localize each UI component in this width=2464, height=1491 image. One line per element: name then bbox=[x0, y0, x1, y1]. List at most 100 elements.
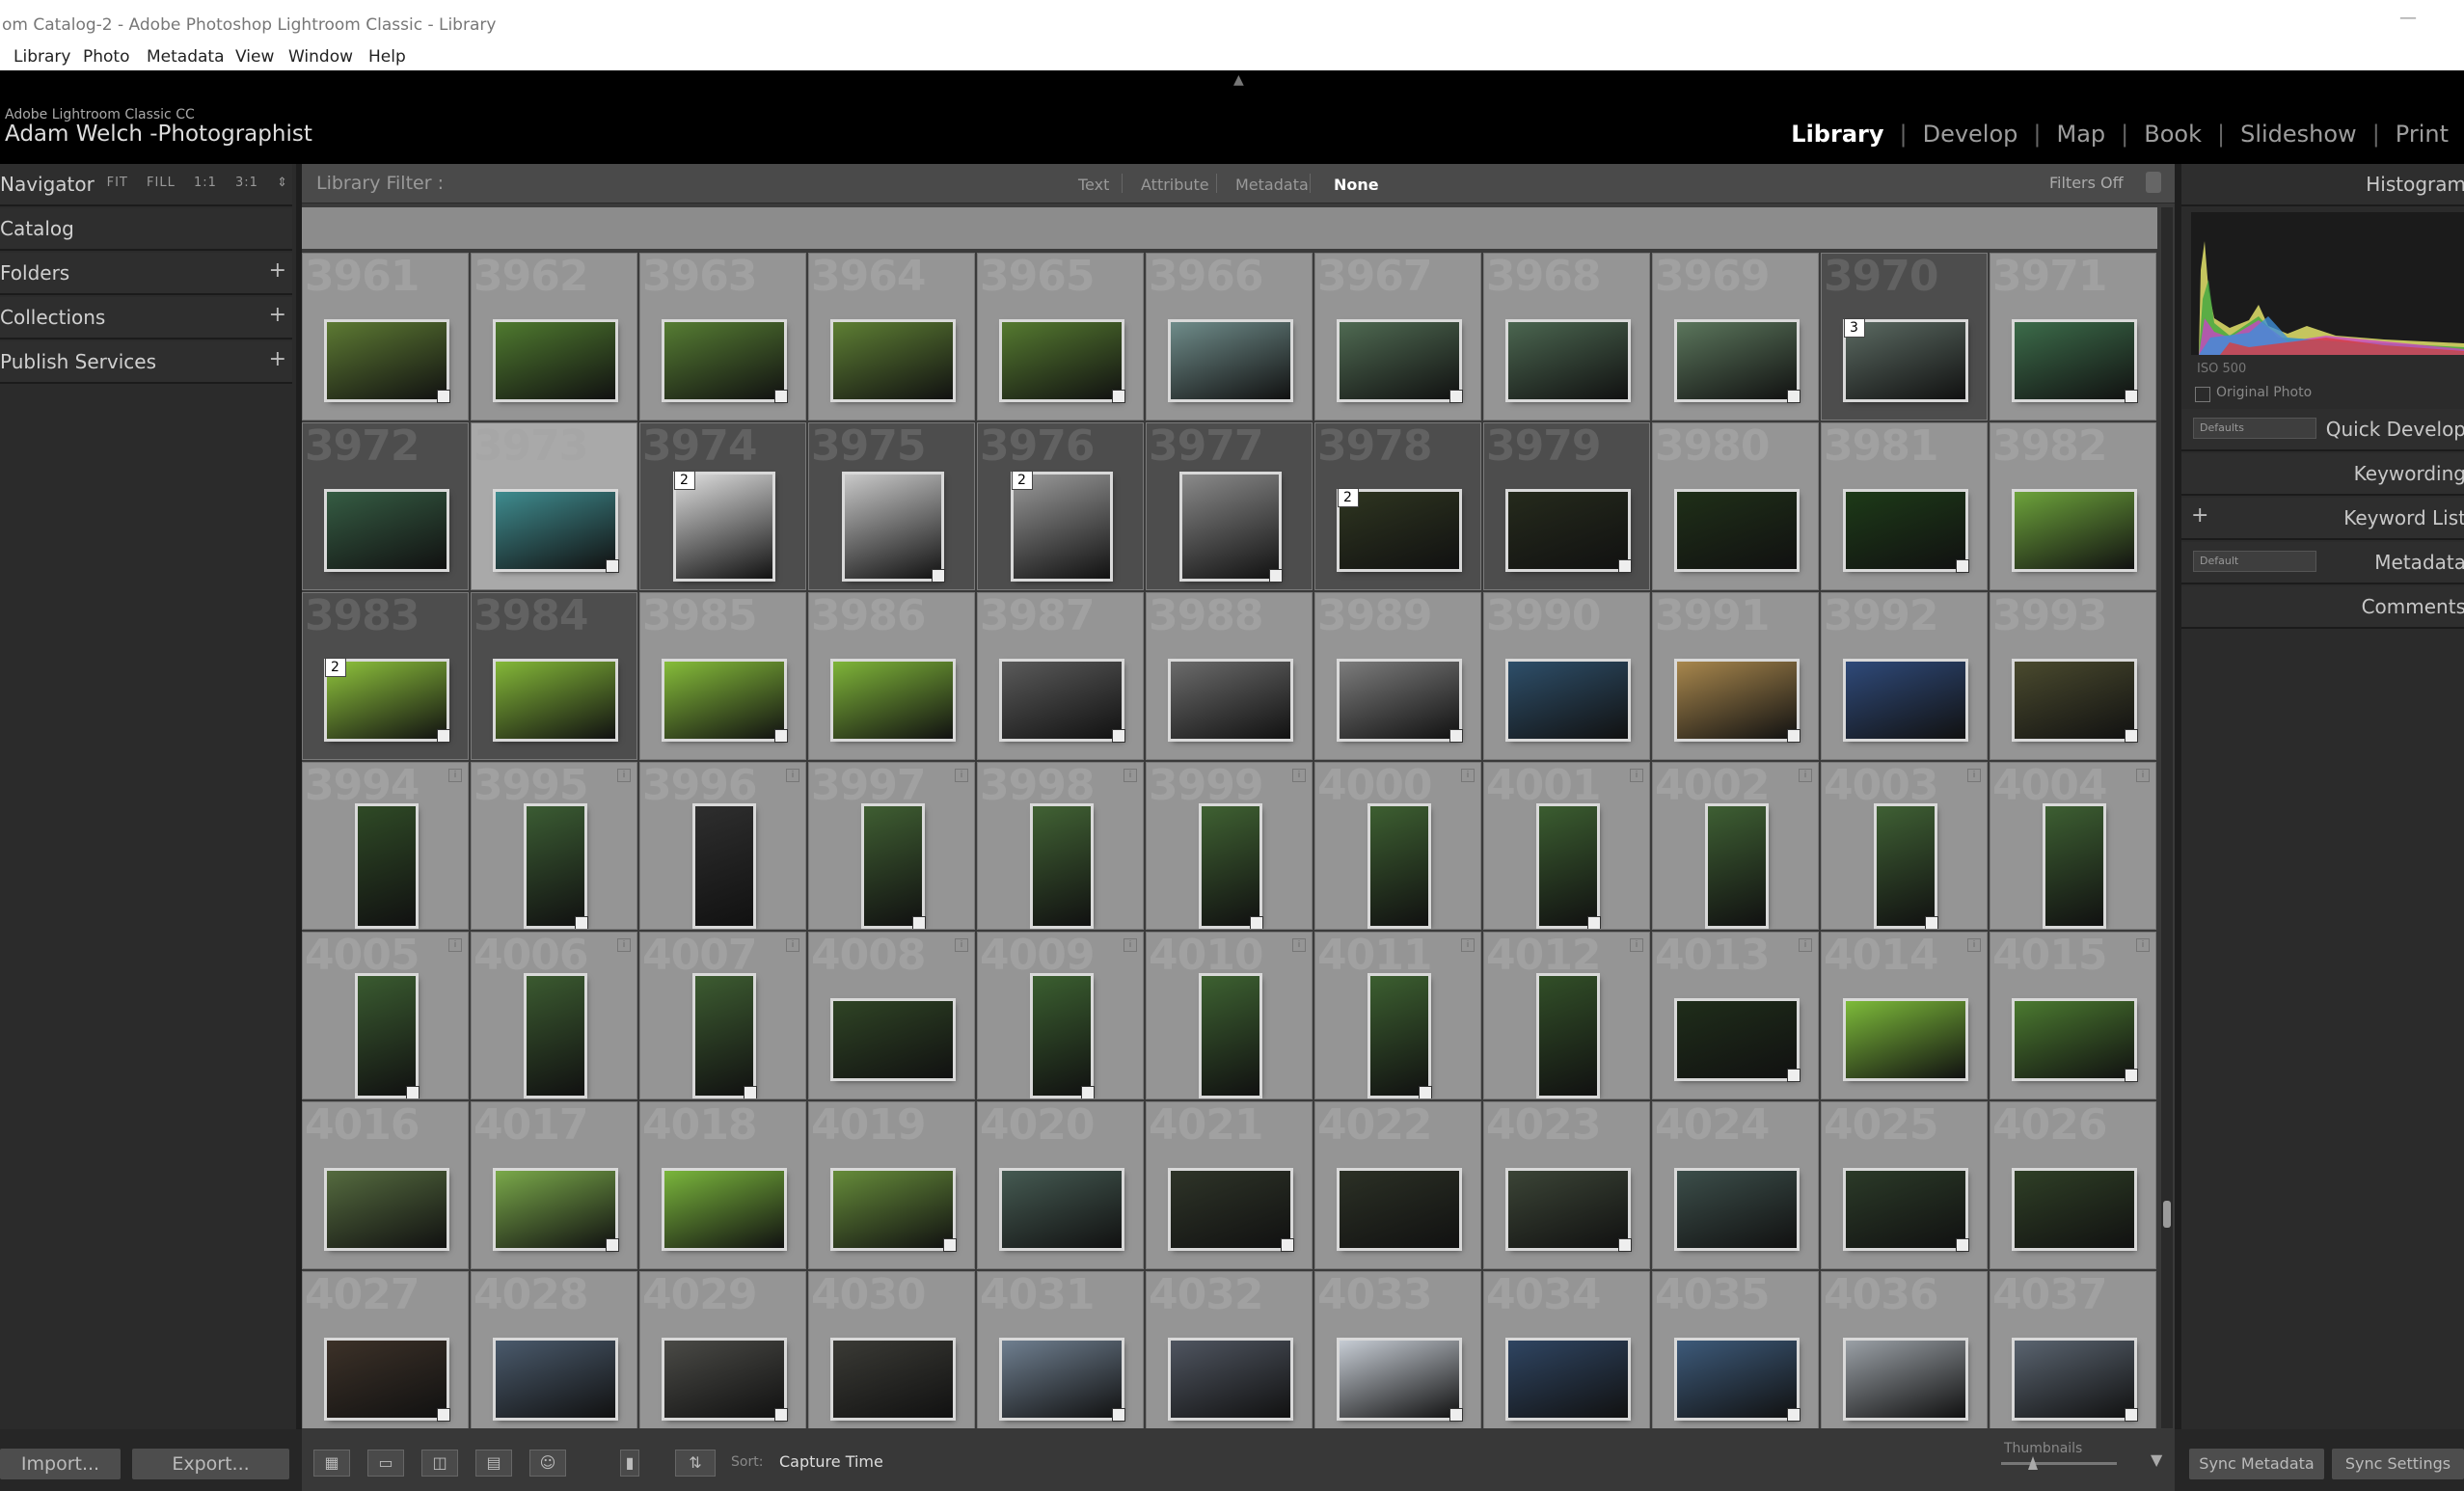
thumbnail-cell[interactable]: 3972 bbox=[302, 422, 469, 590]
thumbnail-cell[interactable]: 3973 bbox=[471, 422, 637, 590]
thumbnail-cell[interactable]: 3966 bbox=[1146, 253, 1313, 420]
grid-view-icon[interactable]: ▦ bbox=[313, 1450, 350, 1477]
thumbnail-cell[interactable]: 4035 bbox=[1652, 1271, 1819, 1428]
metadata-flag-icon[interactable]: i bbox=[617, 938, 631, 952]
loupe-view-icon[interactable]: ▭ bbox=[367, 1450, 404, 1477]
photo-thumbnail[interactable] bbox=[1001, 322, 1125, 403]
sort-direction-icon[interactable]: ⇅ bbox=[675, 1450, 716, 1477]
module-library[interactable]: Library bbox=[1775, 121, 1899, 148]
zoom-fill[interactable]: FILL bbox=[147, 176, 176, 190]
develop-adjustment-icon[interactable] bbox=[942, 1238, 957, 1252]
histogram-header[interactable]: Histogram bbox=[2181, 164, 2464, 206]
develop-adjustment-icon[interactable] bbox=[773, 1408, 788, 1422]
sort-dropdown[interactable]: Capture Time bbox=[779, 1452, 883, 1471]
photo-thumbnail[interactable] bbox=[2014, 1171, 2134, 1248]
thumbnail-cell[interactable]: 4007 i bbox=[639, 932, 806, 1099]
develop-adjustment-icon[interactable] bbox=[1268, 569, 1283, 583]
thumbnail-cell[interactable]: 3969 bbox=[1652, 253, 1819, 420]
metadata-flag-icon[interactable]: i bbox=[786, 769, 799, 782]
thumbnail-cell[interactable]: 3995 i bbox=[471, 762, 637, 930]
scrollbar-thumb[interactable] bbox=[2163, 1201, 2171, 1228]
thumbnail-cell[interactable]: 3974 2 bbox=[639, 422, 806, 590]
thumbnail-cell[interactable]: 3962 bbox=[471, 253, 637, 420]
develop-adjustment-icon[interactable] bbox=[1955, 559, 1969, 573]
filter-none[interactable]: None bbox=[1334, 176, 1379, 194]
thumbnail-cell[interactable]: 4010 i bbox=[1146, 932, 1313, 1099]
module-develop[interactable]: Develop bbox=[1908, 121, 2034, 148]
photo-thumbnail[interactable] bbox=[663, 1341, 788, 1422]
photo-thumbnail[interactable] bbox=[1201, 976, 1259, 1096]
keyword-list-header[interactable]: + Keyword List bbox=[2181, 498, 2464, 540]
thumbnail-cell[interactable]: 4025 bbox=[1821, 1101, 1988, 1269]
photo-thumbnail[interactable] bbox=[2014, 322, 2138, 403]
develop-adjustment-icon[interactable] bbox=[1449, 390, 1463, 403]
people-view-icon[interactable]: ☺ bbox=[529, 1450, 566, 1477]
thumbnail-cell[interactable]: 4011 i bbox=[1314, 932, 1481, 1099]
add-collection-icon[interactable]: + bbox=[269, 303, 286, 327]
develop-adjustment-icon[interactable] bbox=[1449, 1408, 1463, 1422]
photo-thumbnail[interactable] bbox=[1507, 1171, 1632, 1252]
thumbnail-cell[interactable]: 3999 i bbox=[1146, 762, 1313, 930]
thumbnail-cell[interactable]: 3970 3 bbox=[1821, 253, 1988, 420]
metadata-flag-icon[interactable]: i bbox=[1461, 769, 1475, 782]
photo-thumbnail[interactable] bbox=[1876, 806, 1938, 929]
photo-thumbnail[interactable] bbox=[844, 474, 945, 583]
thumbnail-cell[interactable]: 3968 bbox=[1483, 253, 1650, 420]
photo-thumbnail[interactable] bbox=[2014, 492, 2134, 569]
photo-thumbnail[interactable] bbox=[326, 1341, 450, 1422]
thumbnail-cell[interactable]: 4017 bbox=[471, 1101, 637, 1269]
photo-thumbnail[interactable] bbox=[2014, 662, 2138, 743]
photo-thumbnail[interactable]: 2 bbox=[324, 658, 450, 743]
develop-adjustment-icon[interactable] bbox=[436, 1408, 450, 1422]
photo-thumbnail[interactable] bbox=[326, 322, 450, 403]
photo-thumbnail[interactable] bbox=[1170, 1171, 1294, 1252]
photo-thumbnail[interactable] bbox=[863, 806, 926, 929]
develop-adjustment-icon[interactable] bbox=[2124, 1069, 2138, 1082]
thumbnail-cell[interactable]: 3963 bbox=[639, 253, 806, 420]
thumbnail-cell[interactable]: 3979 bbox=[1483, 422, 1650, 590]
photo-thumbnail[interactable] bbox=[1181, 474, 1283, 583]
thumbnail-cell[interactable]: 3982 bbox=[1990, 422, 2156, 590]
minimize-icon[interactable]: — bbox=[2399, 8, 2417, 28]
thumbnail-cell[interactable]: 3991 bbox=[1652, 592, 1819, 760]
develop-adjustment-icon[interactable] bbox=[743, 1086, 757, 1098]
photo-thumbnail[interactable] bbox=[832, 662, 953, 739]
photo-thumbnail[interactable] bbox=[1507, 492, 1632, 573]
develop-adjustment-icon[interactable] bbox=[1786, 1408, 1801, 1422]
photo-thumbnail[interactable]: 3 bbox=[1843, 318, 1965, 399]
thumbnail-cell[interactable]: 3980 bbox=[1652, 422, 1819, 590]
thumbnail-cell[interactable]: 4032 bbox=[1146, 1271, 1313, 1428]
thumbnail-cell[interactable]: 4018 bbox=[639, 1101, 806, 1269]
thumbnail-cell[interactable]: 3984 bbox=[471, 592, 637, 760]
photo-thumbnail[interactable] bbox=[1707, 806, 1766, 926]
thumbnail-cell[interactable]: 4024 bbox=[1652, 1101, 1819, 1269]
photo-thumbnail[interactable] bbox=[1201, 806, 1263, 929]
stack-count-badge[interactable]: 2 bbox=[673, 471, 695, 490]
compare-view-icon[interactable]: ◫ bbox=[421, 1450, 458, 1477]
thumbnail-cell[interactable]: 4012 i bbox=[1483, 932, 1650, 1099]
metadata-flag-icon[interactable]: i bbox=[448, 769, 462, 782]
photo-thumbnail[interactable] bbox=[2014, 1001, 2138, 1082]
menu-view[interactable]: View bbox=[235, 47, 274, 67]
photo-thumbnail[interactable] bbox=[1676, 1171, 1797, 1248]
photo-thumbnail[interactable] bbox=[832, 1341, 953, 1418]
thumbnail-cell[interactable]: 4001 i bbox=[1483, 762, 1650, 930]
add-folder-icon[interactable]: + bbox=[269, 258, 286, 283]
import-button[interactable]: Import... bbox=[0, 1449, 121, 1479]
photo-thumbnail[interactable] bbox=[1507, 1341, 1628, 1418]
stack-count-badge[interactable]: 2 bbox=[1011, 471, 1033, 490]
photo-thumbnail[interactable] bbox=[526, 806, 588, 929]
toolbar-menu-chevron-icon[interactable]: ▼ bbox=[2151, 1450, 2162, 1469]
navigator-header[interactable]: Navigator FIT FILL 1:1 3:1 ⇕ bbox=[0, 164, 292, 206]
panel-toggle-arrow-icon[interactable]: ▲ bbox=[1233, 72, 1244, 88]
thumbnail-size-slider[interactable] bbox=[2001, 1462, 2117, 1465]
collections-header[interactable]: Collections + bbox=[0, 297, 292, 339]
export-button[interactable]: Export... bbox=[132, 1449, 289, 1479]
thumbnail-cell[interactable]: 4036 bbox=[1821, 1271, 1988, 1428]
photo-thumbnail[interactable] bbox=[663, 662, 788, 743]
photo-thumbnail[interactable] bbox=[495, 492, 619, 573]
thumbnail-cell[interactable]: 3961 bbox=[302, 253, 469, 420]
original-photo-checkbox[interactable] bbox=[2195, 387, 2210, 402]
zoom-1-1[interactable]: 1:1 bbox=[194, 176, 217, 190]
metadata-flag-icon[interactable]: i bbox=[1292, 938, 1306, 952]
